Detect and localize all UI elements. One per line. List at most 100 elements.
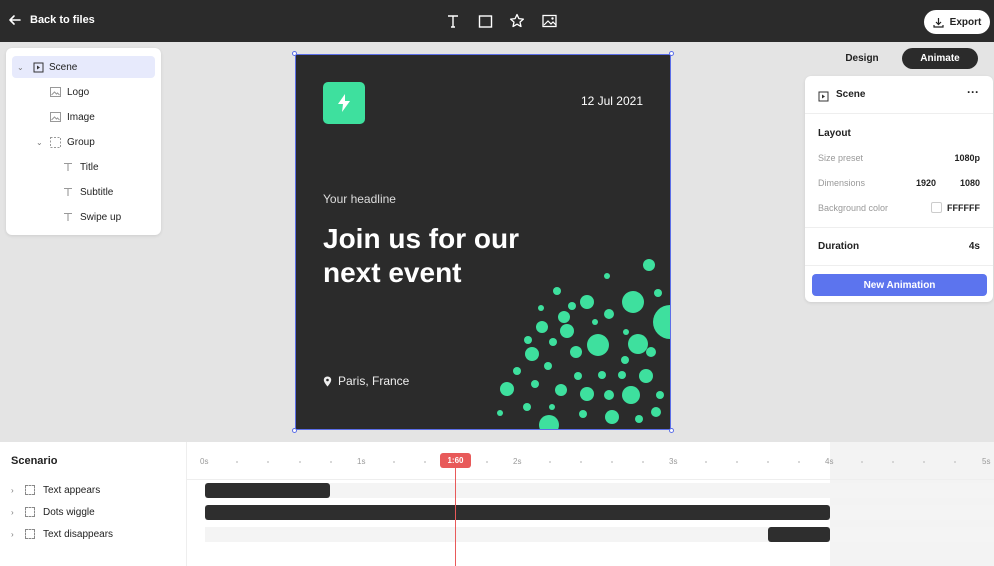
playhead-line[interactable] xyxy=(455,468,456,566)
divider xyxy=(805,227,993,228)
text-icon xyxy=(62,186,74,198)
scenario-label: Text disappears xyxy=(43,528,114,540)
scenario-item-text-appears[interactable]: › Text appears xyxy=(11,483,100,497)
tick-label: 2s xyxy=(513,457,522,466)
minor-tick xyxy=(861,461,863,463)
layers-panel: ⌄ Scene Logo Image ⌄ Group Title Subtitl… xyxy=(6,48,161,235)
minor-tick xyxy=(642,461,644,463)
image-icon xyxy=(49,111,61,123)
tab-design[interactable]: Design xyxy=(826,48,898,69)
layer-label: Title xyxy=(80,161,99,173)
back-to-files-button[interactable]: Back to files xyxy=(8,13,95,27)
text-tool-icon[interactable] xyxy=(444,12,462,30)
properties-title: Scene xyxy=(836,89,866,100)
time-ruler[interactable]: 0s 1s 2s 3s 4s 5s xyxy=(187,442,994,480)
size-preset-label: Size preset xyxy=(818,153,864,163)
new-animation-button[interactable]: New Animation xyxy=(812,274,987,296)
properties-panel: Scene ··· Layout Size preset 1080p Dimen… xyxy=(805,76,993,302)
resize-handle-top-left[interactable] xyxy=(292,51,297,56)
tick-label: 4s xyxy=(825,457,834,466)
chevron-down-icon[interactable]: ⌄ xyxy=(36,138,43,147)
selection-frame xyxy=(295,54,671,430)
duration-label: Duration xyxy=(818,241,860,252)
tick-label: 3s xyxy=(669,457,678,466)
frame-icon xyxy=(32,61,44,73)
layer-subtitle[interactable]: Subtitle xyxy=(12,181,155,203)
mode-tabs: Design Animate xyxy=(826,48,978,69)
chevron-right-icon[interactable]: › xyxy=(11,508,23,517)
minor-tick xyxy=(798,461,800,463)
background-color-value[interactable]: FFFFFF xyxy=(947,203,980,213)
minor-tick xyxy=(767,461,769,463)
tick-label: 5s xyxy=(982,457,991,466)
track-text-disappears xyxy=(205,527,994,542)
group-icon xyxy=(25,529,35,539)
layer-label: Logo xyxy=(67,86,90,98)
resize-handle-top-right[interactable] xyxy=(669,51,674,56)
layer-swipe-up[interactable]: Swipe up xyxy=(12,206,155,228)
minor-tick xyxy=(330,461,332,463)
layer-label: Subtitle xyxy=(80,186,114,198)
layer-group[interactable]: ⌄ Group xyxy=(12,131,155,153)
minor-tick xyxy=(923,461,925,463)
frame-icon xyxy=(818,89,829,107)
scenario-title: Scenario xyxy=(11,455,58,467)
text-icon xyxy=(62,161,74,173)
minor-tick xyxy=(954,461,956,463)
background-color-label: Background color xyxy=(818,203,889,213)
minor-tick xyxy=(705,461,707,463)
scenario-item-text-disappears[interactable]: › Text disappears xyxy=(11,527,113,541)
height-field[interactable]: 1080 xyxy=(960,178,980,188)
minor-tick xyxy=(299,461,301,463)
size-preset-row[interactable]: Size preset 1080p xyxy=(818,153,980,163)
image-icon xyxy=(49,86,61,98)
timeline-panel: Scenario › Text appears › Dots wiggle › … xyxy=(0,442,994,566)
dimensions-label: Dimensions xyxy=(818,178,866,188)
minor-tick xyxy=(736,461,738,463)
animation-bar-text-appears[interactable] xyxy=(205,483,330,498)
minor-tick xyxy=(236,461,238,463)
resize-handle-bottom-left[interactable] xyxy=(292,428,297,433)
layer-title[interactable]: Title xyxy=(12,156,155,178)
top-bar: Back to files Export xyxy=(0,0,994,42)
rectangle-tool-icon[interactable] xyxy=(476,12,494,30)
tab-animate[interactable]: Animate xyxy=(902,48,978,69)
width-field[interactable]: 1920 xyxy=(916,178,936,188)
scenario-label: Text appears xyxy=(43,484,101,496)
scenario-panel: Scenario › Text appears › Dots wiggle › … xyxy=(0,442,187,566)
animation-bar-dots-wiggle[interactable] xyxy=(205,505,830,520)
export-button[interactable]: Export xyxy=(924,10,990,34)
layer-label: Swipe up xyxy=(80,211,122,223)
chevron-right-icon[interactable]: › xyxy=(11,486,23,495)
color-swatch[interactable] xyxy=(931,202,942,213)
image-tool-icon[interactable] xyxy=(540,12,558,30)
minor-tick xyxy=(393,461,395,463)
back-label: Back to files xyxy=(30,14,95,26)
group-icon xyxy=(25,507,35,517)
minor-tick xyxy=(267,461,269,463)
minor-tick xyxy=(580,461,582,463)
chevron-down-icon[interactable]: ⌄ xyxy=(17,63,24,72)
layout-section-title: Layout xyxy=(818,128,851,139)
duration-value[interactable]: 4s xyxy=(969,241,980,252)
group-icon xyxy=(25,485,35,495)
playhead[interactable]: 1:60 xyxy=(440,453,471,468)
more-options-button[interactable]: ··· xyxy=(967,85,979,99)
star-tool-icon[interactable] xyxy=(508,12,526,30)
scenario-item-dots-wiggle[interactable]: › Dots wiggle xyxy=(11,505,95,519)
export-label: Export xyxy=(949,16,982,28)
scenario-label: Dots wiggle xyxy=(43,506,95,518)
animation-bar-text-disappears[interactable] xyxy=(768,527,830,542)
layer-scene[interactable]: ⌄ Scene xyxy=(12,56,155,78)
minor-tick xyxy=(549,461,551,463)
properties-header: Scene ··· xyxy=(805,76,993,114)
resize-handle-bottom-right[interactable] xyxy=(669,428,674,433)
tick-label: 0s xyxy=(200,457,209,466)
chevron-right-icon[interactable]: › xyxy=(11,530,23,539)
divider xyxy=(805,265,993,266)
size-preset-value[interactable]: 1080p xyxy=(954,153,980,163)
tick-label: 1s xyxy=(357,457,366,466)
layer-image[interactable]: Image xyxy=(12,106,155,128)
layer-logo[interactable]: Logo xyxy=(12,81,155,103)
layer-label: Scene xyxy=(49,61,78,73)
